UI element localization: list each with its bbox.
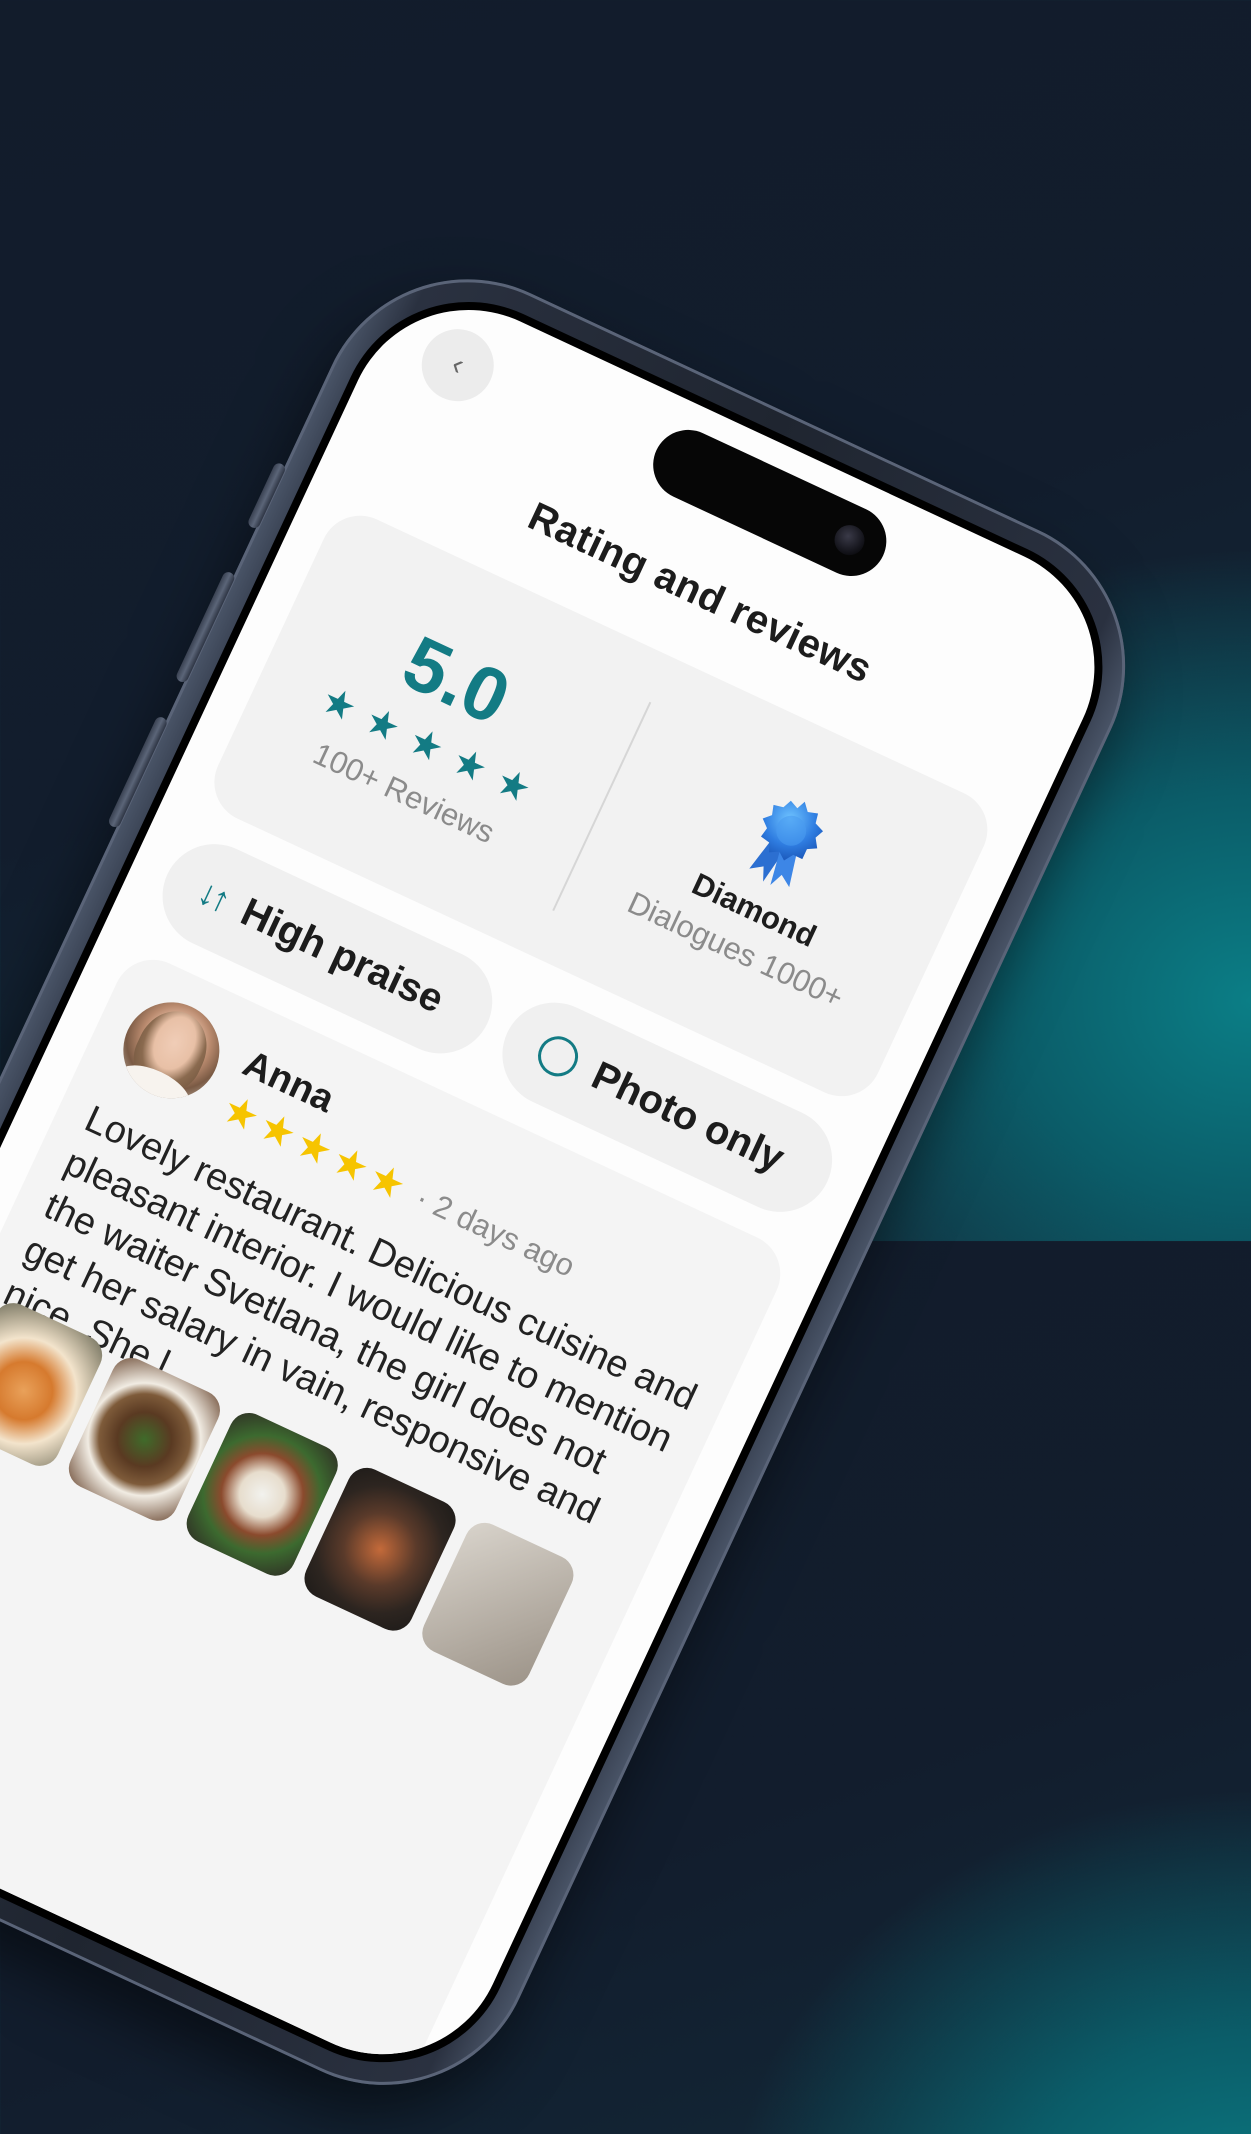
app-screen: ‹ Rating and reviews 5.0 ★ ★ ★ ★ ★ 100+ … <box>0 269 1135 2095</box>
chevron-left-icon: ‹ <box>446 347 470 382</box>
sort-arrows-icon: ↓↑ <box>191 870 235 920</box>
star-icon: ★ <box>445 739 494 792</box>
sort-label: High praise <box>234 889 451 1022</box>
camera-icon <box>829 520 870 561</box>
award-badge-icon <box>749 800 824 888</box>
phone-mockup: ‹ Rating and reviews 5.0 ★ ★ ★ ★ ★ 100+ … <box>0 230 1175 2134</box>
star-icon: ★ <box>488 759 538 813</box>
star-icon: ★ <box>401 719 451 772</box>
star-icon: ★ <box>358 698 407 752</box>
phone-screen: ‹ Rating and reviews 5.0 ★ ★ ★ ★ ★ 100+ … <box>0 259 1146 2105</box>
star-icon: ★ <box>314 678 364 732</box>
photo-only-label: Photo only <box>585 1052 792 1181</box>
radio-icon <box>531 1029 585 1083</box>
back-button[interactable]: ‹ <box>409 317 506 414</box>
avatar <box>107 986 236 1115</box>
